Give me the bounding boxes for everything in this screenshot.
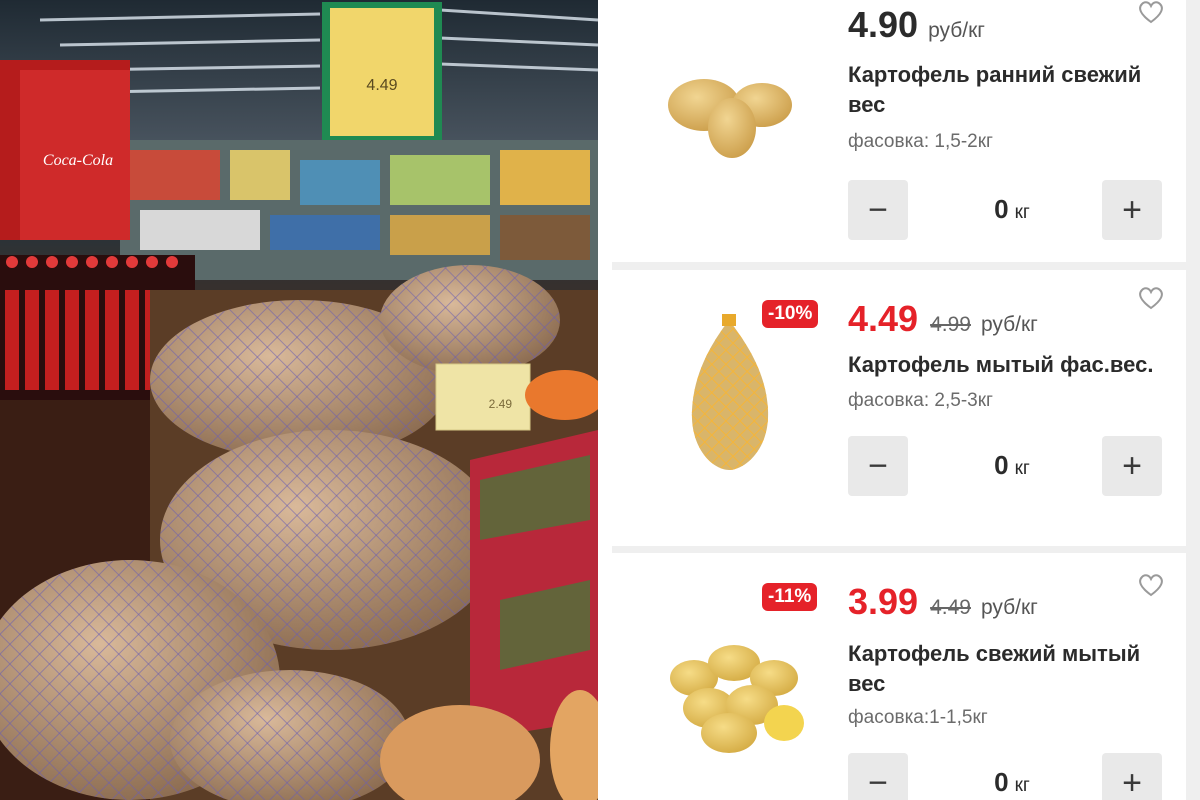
quantity-display: 0 кг bbox=[952, 194, 1072, 225]
quantity-display: 0 кг bbox=[952, 450, 1072, 481]
product-title[interactable]: Картофель ранний свежий вес bbox=[848, 60, 1168, 120]
packaging-info: фасовка: 2,5-3кг bbox=[848, 390, 993, 411]
price-row: 4.49 4.99 руб/кг bbox=[848, 298, 1038, 340]
price-unit: руб/кг bbox=[980, 313, 1038, 336]
decrease-quantity-button[interactable]: − bbox=[848, 180, 908, 240]
increase-quantity-button[interactable]: + bbox=[1102, 180, 1162, 240]
quantity-unit: кг bbox=[1014, 458, 1030, 479]
favorite-heart-icon[interactable] bbox=[1138, 0, 1164, 24]
product-card[interactable]: -10% 4.49 4.99 руб/кг Картофель мытый фа… bbox=[612, 270, 1186, 546]
increase-quantity-button[interactable]: + bbox=[1102, 436, 1162, 496]
old-price: 4.99 bbox=[930, 313, 971, 336]
quantity-value: 0 bbox=[994, 767, 1009, 797]
decrease-quantity-button[interactable]: − bbox=[848, 436, 908, 496]
quantity-value: 0 bbox=[994, 450, 1009, 480]
panel-divider bbox=[598, 0, 612, 800]
potato-pile-image bbox=[670, 645, 804, 753]
product-image[interactable] bbox=[634, 10, 824, 200]
minus-icon: − bbox=[868, 191, 888, 229]
product-list: 4.90 руб/кг Картофель ранний свежий вес … bbox=[612, 0, 1200, 800]
plus-icon: + bbox=[1122, 764, 1142, 800]
price-unit: руб/кг bbox=[980, 596, 1038, 619]
price: 4.90 bbox=[848, 4, 919, 45]
quantity-display: 0 кг bbox=[952, 767, 1072, 798]
product-image[interactable] bbox=[634, 593, 824, 783]
discount-badge: -11% bbox=[762, 583, 818, 611]
price-row: 4.90 руб/кг bbox=[848, 4, 985, 46]
quantity-value: 0 bbox=[994, 194, 1009, 224]
discount-badge: -10% bbox=[762, 300, 819, 328]
quantity-unit: кг bbox=[1014, 775, 1030, 796]
sign-price-text: 4.49 bbox=[366, 77, 397, 94]
packaging-info: фасовка:1-1,5кг bbox=[848, 707, 988, 728]
price-row: 3.99 4.49 руб/кг bbox=[848, 581, 1038, 623]
product-title[interactable]: Картофель свежий мытый вес bbox=[848, 639, 1168, 699]
packaging-info: фасовка: 1,5-2кг bbox=[848, 131, 993, 152]
product-image[interactable] bbox=[634, 300, 824, 490]
favorite-heart-icon[interactable] bbox=[1138, 286, 1164, 310]
quantity-unit: кг bbox=[1014, 202, 1030, 223]
plus-icon: + bbox=[1122, 191, 1142, 229]
store-photo: 4.49 Coca-Cola 2.49 bbox=[0, 0, 598, 800]
increase-quantity-button[interactable]: + bbox=[1102, 753, 1162, 800]
store-photo-illustration: 4.49 Coca-Cola 2.49 bbox=[0, 0, 598, 800]
product-title[interactable]: Картофель мытый фас.вес. bbox=[848, 350, 1168, 380]
price-unit: руб/кг bbox=[928, 19, 985, 42]
minus-icon: − bbox=[868, 764, 888, 800]
product-card[interactable]: -11% 3.99 4.49 руб/кг Картофель свежий м… bbox=[612, 553, 1186, 800]
old-price: 4.49 bbox=[930, 596, 971, 619]
potato-image bbox=[668, 79, 792, 158]
cola-logo-text: Coca-Cola bbox=[43, 152, 113, 169]
favorite-heart-icon[interactable] bbox=[1138, 573, 1164, 597]
sale-price: 3.99 bbox=[848, 581, 919, 622]
decrease-quantity-button[interactable]: − bbox=[848, 753, 908, 800]
minus-icon: − bbox=[868, 447, 888, 485]
plus-icon: + bbox=[1122, 447, 1142, 485]
potato-sack-image bbox=[691, 314, 769, 470]
sale-price: 4.49 bbox=[848, 298, 919, 339]
product-card[interactable]: 4.90 руб/кг Картофель ранний свежий вес … bbox=[612, 0, 1186, 262]
shelf-tag-price-text: 2.49 bbox=[489, 397, 513, 411]
